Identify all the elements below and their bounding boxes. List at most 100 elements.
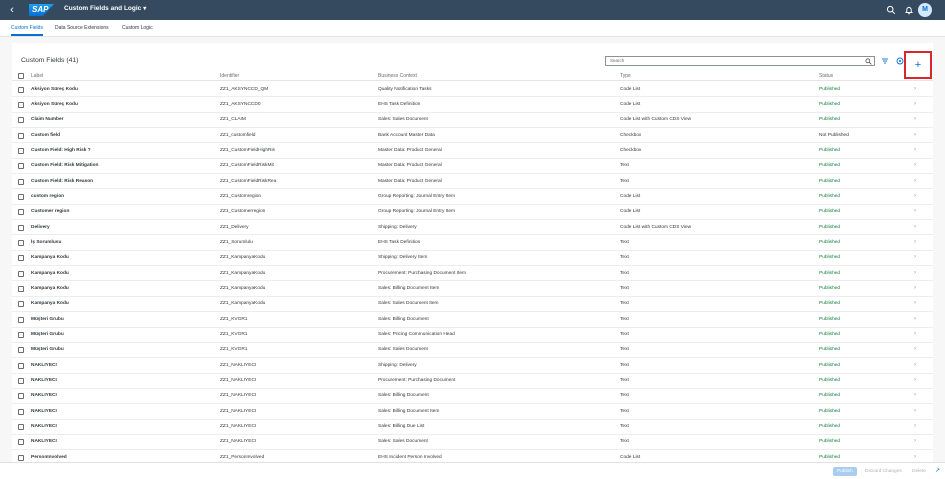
chevron-right-icon[interactable]: › [914,423,916,429]
search-icon[interactable] [865,58,872,65]
delete-button[interactable]: Delete [908,467,930,476]
table-row[interactable]: Müşteri Grubu ZZ1_KVGR1 Sales: Sales Docum… [12,343,933,359]
table-row[interactable]: NAKLIYECI ZZ1_NAKLIYECI Shipping: Delivery… [12,358,933,374]
column-header-business-context[interactable]: Business Context [378,73,417,79]
row-checkbox[interactable] [18,86,24,93]
table-row[interactable]: Aksiyon Süreç Kodu ZZ1_AKSYNCCD0 EHS Task … [12,97,933,113]
chevron-right-icon[interactable]: › [914,300,916,306]
table-row[interactable]: NAKLIYECI ZZ1_NAKLIYECI Sales: Billing Doc… [12,389,933,405]
table-row[interactable]: Kampanya Kodu ZZ1_KampanyaKodu Shipping: D… [12,251,933,267]
chevron-right-icon[interactable]: › [914,116,916,122]
row-checkbox[interactable] [18,285,24,292]
chevron-right-icon[interactable]: › [914,101,916,107]
chevron-right-icon[interactable]: › [914,162,916,168]
row-checkbox[interactable] [18,393,24,400]
column-header-status[interactable]: Status [819,73,833,79]
row-checkbox[interactable] [18,163,24,170]
chevron-right-icon[interactable]: › [914,454,916,460]
chevron-right-icon[interactable]: › [914,239,916,245]
back-icon[interactable]: ‹ [4,2,20,18]
chevron-right-icon[interactable]: › [914,193,916,199]
table-row[interactable]: NAKLIYECI ZZ1_NAKLIYECI Procurement: Purch… [12,374,933,389]
search-icon[interactable] [886,5,896,15]
row-checkbox[interactable] [18,347,24,354]
table-row[interactable]: custom region ZZ1_Customregion Group Repor… [12,189,933,205]
row-checkbox[interactable] [18,224,24,231]
table-row[interactable]: NAKLIYECI ZZ1_NAKLIYECI Sales: Billing Due… [12,420,933,435]
chevron-right-icon[interactable]: › [914,254,916,260]
chevron-right-icon[interactable]: › [914,377,916,383]
cell-identifier: ZZ1_CustomFieldHighRis [220,147,275,153]
chevron-right-icon[interactable]: › [914,86,916,92]
column-header-identifier[interactable]: Identifier [220,73,239,79]
row-checkbox[interactable] [18,255,24,262]
row-checkbox[interactable] [18,239,24,246]
chevron-right-icon[interactable]: › [914,208,916,214]
cell-label: NAKLIYECI [31,408,57,414]
table-row[interactable]: Kampanya Kodu ZZ1_KampanyaKodu Sales: Sale… [12,297,933,313]
table-row[interactable]: NAKLIYECI ZZ1_NAKLIYECI Sales: Billing Doc… [12,404,933,420]
select-all-checkbox[interactable] [18,73,24,79]
avatar[interactable]: M [918,3,932,17]
tab-custom-logic[interactable]: Custom Logic [122,25,153,31]
table-row[interactable]: Müşteri Grubu ZZ1_KVGR1 Sales: Pricing Com… [12,328,933,343]
table-row[interactable]: NAKLIYECI ZZ1_NAKLIYECI Sales: Sales Docum… [12,435,933,451]
publish-button[interactable]: Publish [833,467,857,476]
discard-changes-button[interactable]: Discard Changes [861,467,906,476]
cell-business-context: Master Data: Product General [378,163,442,169]
chevron-right-icon[interactable]: › [914,285,916,291]
row-checkbox[interactable] [18,193,24,200]
chevron-right-icon[interactable]: › [914,408,916,414]
table-row[interactable]: Kampanya Kodu ZZ1_KampanyaKodu Sales: Bill… [12,281,933,297]
row-checkbox[interactable] [18,101,24,108]
row-checkbox[interactable] [18,270,24,277]
row-checkbox[interactable] [18,378,24,385]
table-row[interactable]: Customer region ZZ1_Customerregion Group R… [12,205,933,221]
table-row[interactable]: İş Sorumlusu ZZ1_Sorumlulu EHS Task Defini… [12,235,933,251]
chevron-right-icon[interactable]: › [914,392,916,398]
sort-icon[interactable] [880,56,890,66]
row-checkbox[interactable] [18,439,24,446]
row-checkbox[interactable] [18,408,24,415]
row-checkbox[interactable] [18,178,24,185]
chevron-right-icon[interactable]: › [914,132,916,138]
app-title[interactable]: Custom Fields and Logic ▾ [64,5,146,12]
chevron-right-icon[interactable]: › [914,147,916,153]
row-checkbox[interactable] [18,301,24,308]
row-checkbox[interactable] [18,362,24,369]
share-icon[interactable]: ↗ [931,467,944,476]
chevron-right-icon[interactable]: › [914,362,916,368]
row-checkbox[interactable] [18,147,24,154]
chevron-right-icon[interactable]: › [914,316,916,322]
row-checkbox[interactable] [18,209,24,216]
table-row[interactable]: Müşteri Grubu ZZ1_KVGR1 Sales: Billing Doc… [12,312,933,328]
chevron-right-icon[interactable]: › [914,346,916,352]
table-row[interactable]: Claim Number ZZ1_CLAIM Sales: Sales Docume… [12,113,933,129]
table-row[interactable]: Custom Field: Risk Mitigation ZZ1_CustomF… [12,159,933,175]
chevron-right-icon[interactable]: › [914,178,916,184]
column-header-label[interactable]: Label [31,73,43,79]
chevron-right-icon[interactable]: › [914,331,916,337]
row-checkbox[interactable] [18,316,24,323]
row-checkbox[interactable] [18,117,24,124]
table-row[interactable]: Custom field ZZ1_customfield Bank Account … [12,128,933,144]
row-checkbox[interactable] [18,132,24,139]
row-checkbox[interactable] [18,332,24,338]
chevron-right-icon[interactable]: › [914,270,916,276]
table-row[interactable]: Custom Field: Risk Reason ZZ1_CustomField… [12,174,933,190]
bell-icon[interactable] [904,5,914,15]
row-checkbox[interactable] [18,424,24,431]
table-row[interactable]: Custom Field: High Risk ? ZZ1_CustomField… [12,143,933,159]
table-row[interactable]: Delivery ZZ1_Delivery Shipping: Delivery Co… [12,220,933,236]
chevron-right-icon[interactable]: › [914,438,916,444]
search-input[interactable]: Search [605,56,875,66]
chevron-right-icon[interactable]: › [914,224,916,230]
chevron-down-icon: ▾ [143,6,147,12]
row-checkbox[interactable] [18,454,24,461]
table-row[interactable]: Aksiyon Süreç Kodu ZZ1_AKSYNCCD_QM Quality… [12,82,933,98]
tab-data-source-extensions[interactable]: Data Source Extensions [55,25,109,31]
tab-custom-fields[interactable]: Custom Fields [11,25,43,36]
column-header-type[interactable]: Type [620,73,631,79]
table-row[interactable]: Kampanya Kodu ZZ1_KampanyaKodu Procurement… [12,266,933,282]
cell-status: Published [819,224,841,230]
